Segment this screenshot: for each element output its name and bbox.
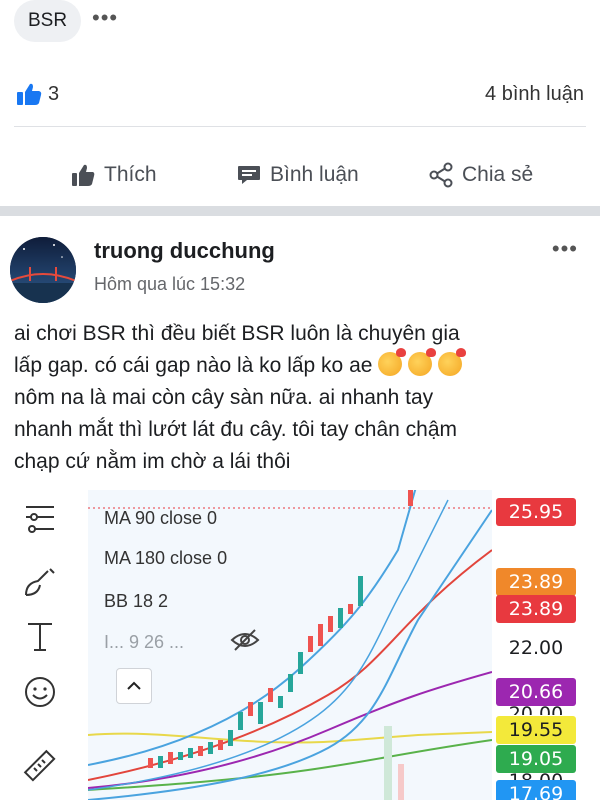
ruler-tool-icon [20,746,60,786]
price-label: 25.95 [496,498,576,526]
chart-toolbar [0,482,82,800]
more-options-icon[interactable]: ••• [92,7,118,29]
share-button[interactable]: Chia sẻ [428,160,533,190]
thumbs-up-icon[interactable] [16,82,42,106]
chart-legend-ichimoku: I... 9 26 ... [104,632,185,652]
post-text-line: ai chơi BSR thì đều biết BSR luôn là chu… [14,322,460,345]
thumbs-up-icon [72,164,95,186]
indicators-tool-icon [20,500,60,540]
avatar[interactable] [10,237,76,303]
brush-tool-icon [20,562,60,602]
post-text-line: chạp cứ nằm im chờ a lái thôi [14,450,291,473]
like-button-label: Thích [104,163,157,186]
post-action-bar: Thích Bình luận Chia sẻ [0,150,600,198]
reaction-summary: 3 4 bình luận [0,72,600,116]
share-button-label: Chia sẻ [462,163,534,186]
post-text-line: lấp gap. có cái gap nào là ko lấp ko ae [14,348,586,382]
collapse-legend-button[interactable] [116,668,152,704]
smiling-hearts-emoji-icon [408,348,437,376]
price-label: 20.00 [508,703,564,715]
divider [14,126,586,127]
chart-legend-ma90: MA 90 close 0 [104,508,218,528]
post-author-name[interactable]: truong ducchung [94,238,275,264]
comment-button-label: Bình luận [270,163,359,186]
like-button[interactable]: Thích [70,160,157,190]
tag-row: BSR ••• [0,0,600,50]
post-text-line: nôm na là mai còn cây sàn nữa. ai nhanh … [14,386,434,409]
post-image-stock-chart[interactable]: 25.95 23.89 23.89 22.00 20.66 20.00 19.5… [0,482,600,800]
price-label: 18.00 [496,772,576,780]
avatar-image [10,237,76,303]
price-label: 22.00 [508,637,564,659]
share-icon [429,162,453,188]
price-label: 23.89 [496,595,576,623]
price-label: 17.69 [496,780,576,800]
smiling-hearts-emoji-icon [378,348,407,376]
comment-button[interactable]: Bình luận [236,160,359,190]
post-timestamp[interactable]: Hôm qua lúc 15:32 [94,273,245,295]
more-options-icon[interactable]: ••• [552,236,578,262]
text-tool-icon [20,616,60,656]
smiling-hearts-emoji-icon [438,348,467,376]
hashtag-chip[interactable]: BSR [14,0,82,42]
section-separator [0,206,600,216]
comment-count-link[interactable]: 4 bình luận [485,82,584,106]
comment-icon [238,166,260,184]
price-label: 19.55 [496,716,576,744]
price-label: 19.05 [496,745,576,773]
eye-off-icon[interactable] [230,628,260,652]
price-label: 20.66 [496,678,576,706]
chevron-up-icon [127,681,141,690]
chart-legend-ma180: MA 180 close 0 [104,548,228,568]
post-text-line: nhanh mắt thì lướt lát đu cây. tôi tay c… [14,418,457,441]
like-count[interactable]: 3 [48,82,59,106]
price-label: 23.89 [496,568,576,596]
post-text: ai chơi BSR thì đều biết BSR luôn là chu… [14,318,586,478]
chart-legend-bb: BB 18 2 [104,591,169,611]
post-text-fragment: lấp gap. có cái gap nào là ko lấp ko ae [14,354,373,377]
price-axis: 25.95 23.89 23.89 22.00 20.66 20.00 19.5… [496,482,600,800]
emoji-tool-icon [20,672,60,712]
